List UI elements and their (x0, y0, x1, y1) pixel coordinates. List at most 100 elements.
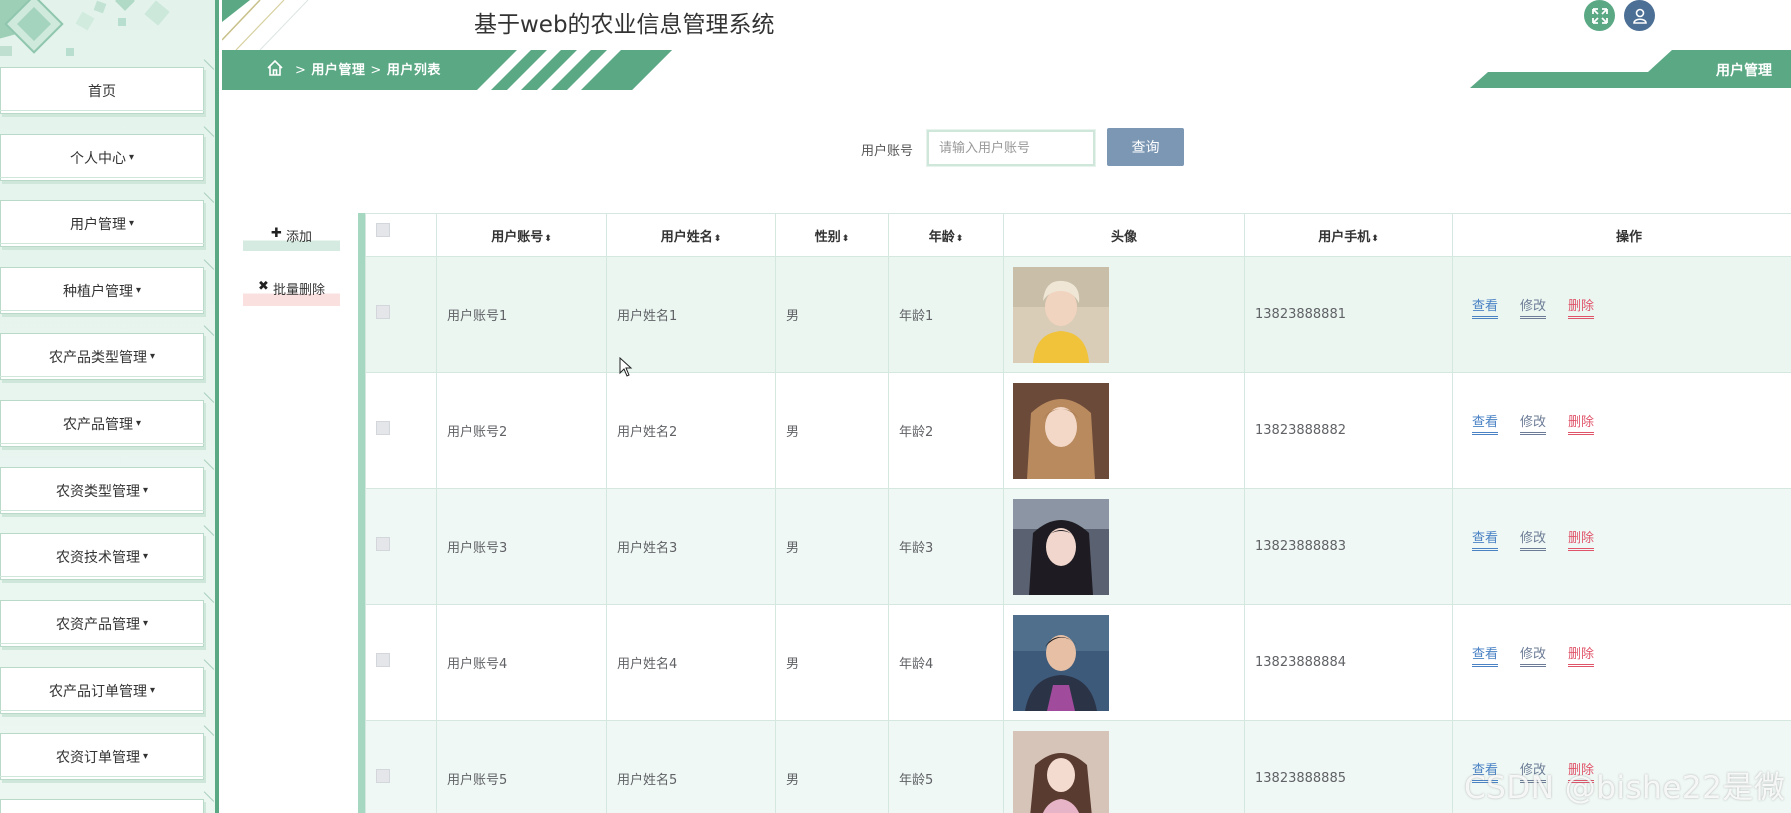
breadcrumb-separator: > (295, 63, 307, 78)
edit-link[interactable]: 修改 (1520, 763, 1547, 783)
row-checkbox[interactable] (376, 305, 390, 319)
cell-age: 年龄1 (888, 256, 1004, 373)
view-link[interactable]: 查看 (1472, 415, 1499, 435)
column-header-actions: 操作 (1452, 213, 1791, 257)
cross-icon: ✖ (258, 279, 269, 294)
edit-link[interactable]: 修改 (1520, 647, 1547, 667)
home-icon[interactable] (266, 59, 284, 77)
sidebar-item-grower-management[interactable]: 种植户管理 ▾ (0, 267, 206, 314)
sidebar-item-partial[interactable] (0, 799, 204, 813)
search-button[interactable]: 查询 (1107, 128, 1184, 166)
sidebar-item-label: 首页 (88, 83, 116, 100)
fullscreen-button[interactable] (1584, 0, 1615, 31)
search-label: 用户账号 (861, 144, 914, 159)
row-checkbox[interactable] (376, 421, 390, 435)
user-table: 用户账号⬍ 用户姓名⬍ 性别⬍ 年龄⬍ 头像 用户手机⬍ 操作 用户账号1 用户… (365, 213, 1791, 813)
delete-link[interactable]: 删除 (1568, 299, 1595, 319)
table-row[interactable]: 用户账号1 用户姓名1 男 年龄1 13823888881 查看 修改 删除 (365, 256, 1791, 373)
view-link[interactable]: 查看 (1472, 299, 1499, 319)
table-row[interactable]: 用户账号5 用户姓名5 男 年龄5 13823888885 查看 修改 删除 (365, 720, 1791, 813)
caret-down-icon: ▾ (142, 618, 149, 629)
sidebar-item-supply-order-management[interactable]: 农资订单管理 ▾ (0, 733, 206, 780)
caret-down-icon: ▾ (135, 285, 142, 296)
delete-link[interactable]: 删除 (1568, 763, 1595, 783)
column-header-name[interactable]: 用户姓名⬍ (606, 213, 776, 257)
sidebar-item-product-order-management[interactable]: 农产品订单管理 ▾ (0, 667, 206, 714)
caret-down-icon: ▾ (128, 218, 135, 229)
batch-delete-button[interactable]: ✖ 批量删除 (243, 278, 340, 306)
column-header-gender[interactable]: 性别⬍ (775, 213, 889, 257)
sidebar-item-personal-center[interactable]: 个人中心 ▾ (0, 134, 206, 181)
cell-phone: 13823888882 (1244, 372, 1453, 489)
view-link[interactable]: 查看 (1472, 531, 1499, 551)
avatar[interactable] (1013, 498, 1109, 595)
row-checkbox[interactable] (376, 769, 390, 783)
avatar[interactable] (1013, 730, 1109, 813)
cell-avatar (1003, 604, 1245, 721)
sort-icon: ⬍ (713, 233, 722, 244)
column-header-account[interactable]: 用户账号⬍ (436, 213, 607, 257)
breadcrumb-item-user-list[interactable]: 用户列表 (387, 63, 441, 78)
add-button[interactable]: ✚ 添加 (243, 225, 340, 251)
breadcrumb-item-user-management[interactable]: 用户管理 (311, 63, 365, 78)
sidebar-item-label: 种植户管理 (62, 283, 133, 300)
sidebar-item-product-type-management[interactable]: 农产品类型管理 ▾ (0, 333, 206, 380)
select-all-checkbox[interactable] (376, 222, 390, 237)
sidebar-item-label: 农产品订单管理 (48, 683, 147, 700)
sidebar-item-product-management[interactable]: 农产品管理 ▾ (0, 400, 206, 447)
sidebar-item-label: 农资订单管理 (55, 749, 140, 766)
cell-age: 年龄5 (888, 720, 1004, 813)
edit-link[interactable]: 修改 (1520, 415, 1547, 435)
view-link[interactable]: 查看 (1472, 763, 1499, 783)
edit-link[interactable]: 修改 (1520, 299, 1547, 319)
batch-delete-button-label: 批量删除 (272, 283, 325, 298)
sidebar-item-user-management[interactable]: 用户管理 ▾ (0, 200, 206, 247)
table-row[interactable]: 用户账号2 用户姓名2 男 年龄2 13823888882 查看 修改 删除 (365, 372, 1791, 489)
header-decoration (222, 0, 309, 50)
view-link[interactable]: 查看 (1472, 647, 1499, 667)
delete-link[interactable]: 删除 (1568, 531, 1595, 551)
sidebar-item-supply-tech-management[interactable]: 农资技术管理 ▾ (0, 533, 206, 580)
delete-link[interactable]: 删除 (1568, 415, 1595, 435)
cell-account: 用户账号3 (436, 488, 607, 605)
caret-down-icon: ▾ (142, 751, 149, 762)
sidebar-item-supply-type-management[interactable]: 农资类型管理 ▾ (0, 467, 206, 514)
row-checkbox[interactable] (376, 537, 390, 551)
row-checkbox[interactable] (376, 653, 390, 667)
column-label: 用户姓名 (660, 229, 713, 245)
table-row[interactable]: 用户账号4 用户姓名4 男 年龄4 13823888884 查看 修改 删除 (365, 604, 1791, 721)
column-label: 年龄 (928, 229, 955, 245)
select-all-cell (365, 213, 437, 257)
column-label: 头像 (1110, 229, 1137, 245)
avatar[interactable] (1013, 382, 1109, 479)
cell-phone: 13823888884 (1244, 604, 1453, 721)
row-select-cell (365, 720, 437, 813)
avatar[interactable] (1013, 614, 1109, 711)
plus-icon: ✚ (271, 226, 282, 241)
search-input[interactable] (926, 129, 1096, 167)
table-row[interactable]: 用户账号3 用户姓名3 男 年龄3 13823888883 查看 修改 删除 (365, 488, 1791, 605)
caret-down-icon: ▾ (149, 351, 156, 362)
sidebar-item-label: 个人中心 (69, 150, 126, 167)
sidebar-item-supply-product-management[interactable]: 农资产品管理 ▾ (0, 600, 206, 647)
edit-link[interactable]: 修改 (1520, 531, 1547, 551)
cell-phone: 13823888885 (1244, 720, 1453, 813)
cell-age: 年龄2 (888, 372, 1004, 489)
sidebar-item-label: 用户管理 (69, 216, 126, 233)
cell-age: 年龄3 (888, 488, 1004, 605)
avatar[interactable] (1013, 266, 1109, 363)
sidebar-item-home[interactable]: 首页 (0, 67, 206, 114)
column-header-phone[interactable]: 用户手机⬍ (1244, 213, 1453, 257)
sidebar-item-label: 农产品类型管理 (48, 349, 147, 366)
caret-down-icon: ▾ (142, 485, 149, 496)
sidebar-decoration (0, 0, 170, 56)
app-title: 基于web的农业信息管理系统 (474, 12, 775, 38)
column-label: 性别 (814, 229, 841, 245)
delete-link[interactable]: 删除 (1568, 647, 1595, 667)
table-header-row: 用户账号⬍ 用户姓名⬍ 性别⬍ 年龄⬍ 头像 用户手机⬍ 操作 (365, 213, 1791, 257)
cell-name: 用户姓名5 (606, 720, 776, 813)
cell-gender: 男 (775, 604, 889, 721)
column-header-age[interactable]: 年龄⬍ (888, 213, 1004, 257)
user-menu-button[interactable] (1624, 0, 1655, 31)
right-tab-label[interactable]: 用户管理 (1716, 60, 1772, 80)
